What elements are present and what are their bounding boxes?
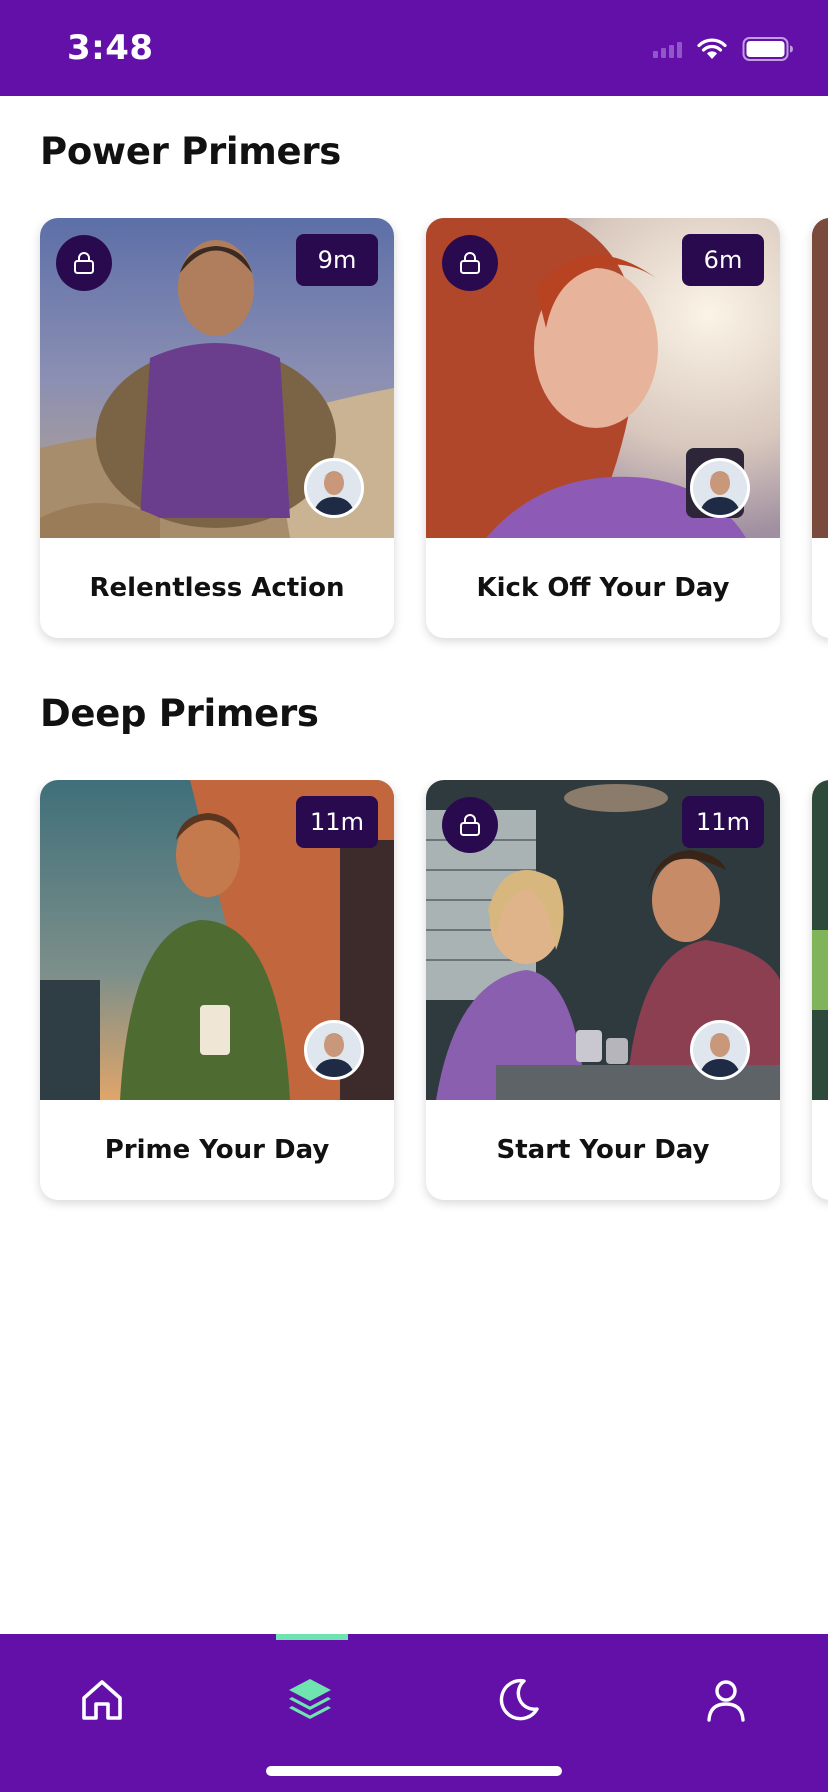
duration-badge: 6m xyxy=(682,234,764,286)
card-image xyxy=(812,780,828,1100)
primer-card-kick-off-your-day[interactable]: 6m Kick Off Your Day xyxy=(426,218,780,638)
section-title-deep-primers: Deep Primers xyxy=(40,692,319,735)
coach-avatar xyxy=(304,458,364,518)
card-title: Start Your Day xyxy=(496,1135,710,1165)
duration-badge: 11m xyxy=(296,796,378,848)
primer-card-partial[interactable] xyxy=(812,218,828,638)
moon-icon xyxy=(499,1678,539,1721)
status-time: 3:48 xyxy=(67,28,154,68)
lock-icon xyxy=(442,797,498,853)
home-icon xyxy=(82,1680,122,1720)
duration-badge: 9m xyxy=(296,234,378,286)
card-title: Relentless Action xyxy=(89,573,345,603)
coach-avatar xyxy=(304,1020,364,1080)
profile-icon xyxy=(707,1680,745,1722)
card-title: Prime Your Day xyxy=(104,1135,330,1165)
primer-card-start-your-day[interactable]: 11m Start Your Day xyxy=(426,780,780,1200)
status-icons xyxy=(653,36,794,62)
tab-profile[interactable] xyxy=(686,1660,766,1740)
lock-icon xyxy=(442,235,498,291)
active-tab-indicator xyxy=(276,1634,348,1640)
primer-card-relentless-action[interactable]: 9m Relentless Action xyxy=(40,218,394,638)
home-indicator[interactable] xyxy=(266,1766,562,1776)
tab-sleep[interactable] xyxy=(478,1660,558,1740)
power-primers-carousel[interactable]: 9m Relentless Action 6m Kick Off Your Da… xyxy=(0,218,828,650)
duration-badge: 11m xyxy=(682,796,764,848)
card-title: Kick Off Your Day xyxy=(476,573,730,603)
status-bar: 3:48 xyxy=(0,0,828,96)
section-title-power-primers: Power Primers xyxy=(40,130,342,173)
primer-card-prime-your-day[interactable]: 11m Prime Your Day xyxy=(40,780,394,1200)
tab-primers[interactable] xyxy=(270,1660,350,1740)
coach-avatar xyxy=(690,1020,750,1080)
card-image xyxy=(812,218,828,538)
cellular-signal-icon xyxy=(653,40,682,58)
battery-icon xyxy=(742,37,793,61)
deep-primers-carousel[interactable]: 11m Prime Your Day 11m Start Your Day xyxy=(0,780,828,1212)
wifi-icon xyxy=(697,38,727,59)
tab-home[interactable] xyxy=(62,1660,142,1740)
lock-icon xyxy=(56,235,112,291)
primer-card-partial[interactable] xyxy=(812,780,828,1200)
coach-avatar xyxy=(690,458,750,518)
layers-icon xyxy=(289,1679,331,1719)
